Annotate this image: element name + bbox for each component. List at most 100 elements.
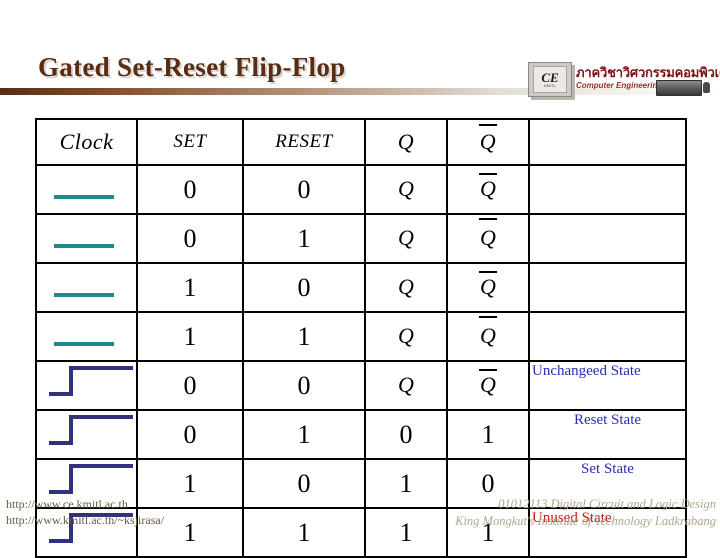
cell-q: Q <box>364 262 448 313</box>
value-set: 1 <box>183 517 197 547</box>
header-label-clock: Clock <box>59 129 114 154</box>
clock-high-segment <box>69 365 133 370</box>
cell-set: 1 <box>136 262 244 313</box>
cell-reset: 1 <box>242 409 366 460</box>
clock-rise-segment <box>69 463 73 491</box>
cell-reset: 1 <box>242 311 366 362</box>
value-reset: 1 <box>297 419 311 449</box>
cell-clock <box>35 262 138 313</box>
clock-flat-segment <box>54 194 114 199</box>
state-label: Unchangeed State <box>532 363 641 379</box>
state-label: Reset State <box>573 412 642 428</box>
clock-rise-segment <box>69 365 73 393</box>
value-reset: 1 <box>297 321 311 351</box>
cell-reset: 1 <box>242 507 366 558</box>
cell-q: Q <box>364 213 448 264</box>
table-row: 0 0 Q Q <box>35 164 687 215</box>
value-q: Q <box>398 225 414 250</box>
cell-clock <box>35 164 138 215</box>
mouse-icon <box>703 82 710 93</box>
value-reset: 0 <box>297 468 311 498</box>
value-reset: 1 <box>297 517 311 547</box>
header-cell-q: Q <box>364 118 448 166</box>
header-cell-state <box>528 118 687 166</box>
cell-clock <box>35 311 138 362</box>
header-label-q: Q <box>397 129 415 154</box>
footer-course: 01012113 Digital Circuit and Logic Desig… <box>498 497 716 511</box>
table-row: 1 1 Q Q <box>35 311 687 362</box>
clock-flat-segment <box>54 292 114 297</box>
clock-low-level-icon <box>37 313 136 360</box>
clock-flat-segment <box>54 341 114 346</box>
header-cell-reset: RESET <box>242 118 366 166</box>
value-reset: 0 <box>297 272 311 302</box>
clock-high-segment <box>69 414 133 419</box>
header-label-qbar: Q <box>478 124 498 154</box>
table-header-row: Clock SET RESET Q Q <box>35 118 687 166</box>
value-set: 1 <box>183 468 197 498</box>
cell-set: 0 <box>136 213 244 264</box>
value-set: 1 <box>183 272 197 302</box>
value-q: 0 <box>399 419 413 449</box>
cell-q: 1 <box>364 507 448 558</box>
keyboard-icon <box>656 80 702 96</box>
value-qbar: Q <box>479 316 497 348</box>
cell-qbar: Q <box>446 360 530 411</box>
value-q: 1 <box>399 517 413 547</box>
cell-q: 0 <box>364 409 448 460</box>
cell-clock <box>35 213 138 264</box>
cell-set: 1 <box>136 311 244 362</box>
header-label-set: SET <box>173 131 207 152</box>
value-qbar: Q <box>479 271 497 299</box>
value-q: 1 <box>399 468 413 498</box>
clock-flat-segment <box>54 243 114 248</box>
clock-low-level-icon <box>37 264 136 311</box>
cell-state: Unchangeed State <box>528 360 687 411</box>
value-q: Q <box>398 176 414 201</box>
truth-table: Clock SET RESET Q Q 00QQ01QQ10QQ11QQ00QQ… <box>35 118 687 558</box>
clock-rise-segment <box>69 414 73 442</box>
value-set: 0 <box>183 223 197 253</box>
clock-low-level-icon <box>37 166 136 213</box>
value-set: 0 <box>183 174 197 204</box>
value-reset: 0 <box>297 174 311 204</box>
footer-url-ce[interactable]: http://www.ce.kmitl.ac.th <box>6 496 164 512</box>
cell-clock <box>35 409 138 460</box>
cell-state <box>528 262 687 313</box>
ce-chip-face: CE KMITL <box>533 66 567 93</box>
cell-q: Q <box>364 164 448 215</box>
cell-clock <box>35 360 138 411</box>
cell-q: 1 <box>364 458 448 509</box>
value-reset: 0 <box>297 370 311 400</box>
cell-qbar: Q <box>446 213 530 264</box>
cell-q: Q <box>364 360 448 411</box>
footer-url-personal[interactable]: http://www.kmitl.ac.th/~ksjirasa/ <box>6 512 164 528</box>
logo-english-text: Computer Engineering <box>576 81 663 90</box>
cell-state <box>528 213 687 264</box>
value-qbar: Q <box>479 218 497 250</box>
clock-rising-edge-icon <box>37 411 136 458</box>
value-q: Q <box>398 372 414 397</box>
cell-reset: 0 <box>242 164 366 215</box>
cell-state <box>528 164 687 215</box>
value-set: 1 <box>183 321 197 351</box>
header-cell-qbar: Q <box>446 118 530 166</box>
cell-reset: 0 <box>242 262 366 313</box>
cell-reset: 0 <box>242 458 366 509</box>
footer-institute: King Mongkut's Institute of Technology L… <box>455 513 716 528</box>
table-row: 0 1 Q Q <box>35 213 687 264</box>
cell-set: 0 <box>136 360 244 411</box>
clock-rising-edge-icon <box>37 362 136 409</box>
value-reset: 1 <box>297 223 311 253</box>
ce-chip-icon: CE KMITL <box>528 62 572 97</box>
clock-high-segment <box>69 463 133 468</box>
value-qbar: Q <box>479 369 497 397</box>
cell-qbar: 1 <box>446 409 530 460</box>
footer-right: 01012113 Digital Circuit and Logic Desig… <box>455 496 716 530</box>
state-label: Set State <box>581 461 634 477</box>
header-cell-clock: Clock <box>35 118 138 166</box>
cell-reset: 0 <box>242 360 366 411</box>
header-cell-set: SET <box>136 118 244 166</box>
footer-left: http://www.ce.kmitl.ac.th http://www.kmi… <box>6 496 164 528</box>
value-set: 0 <box>183 370 197 400</box>
